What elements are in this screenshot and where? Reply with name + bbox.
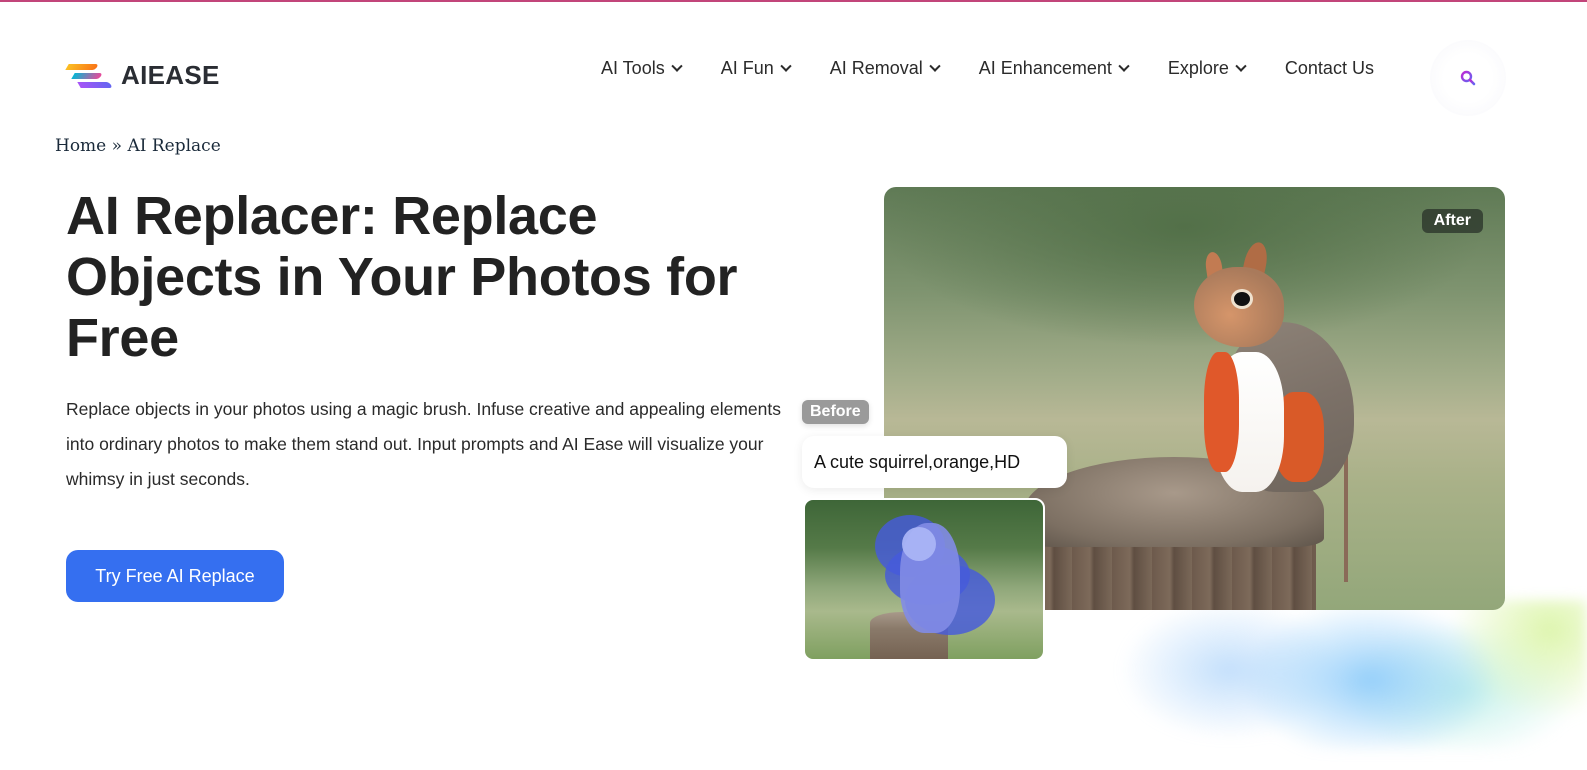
chevron-down-icon <box>780 60 792 72</box>
nav-item-ai-enhancement[interactable]: AI Enhancement <box>978 58 1130 79</box>
breadcrumb-current: AI Replace <box>127 136 221 156</box>
nav-label: AI Fun <box>720 58 774 78</box>
before-image <box>803 498 1045 661</box>
nav-item-contact-us[interactable]: Contact Us <box>1285 58 1374 79</box>
after-badge: After <box>1421 209 1483 233</box>
nav-item-ai-fun[interactable]: AI Fun <box>720 58 792 79</box>
logo[interactable]: AIEASE <box>65 60 220 91</box>
squirrel-illustration <box>1184 240 1364 582</box>
before-badge: Before <box>802 400 869 424</box>
logo-mark-icon <box>65 61 113 91</box>
breadcrumb: Home » AI Replace <box>55 136 221 156</box>
nav-label: AI Enhancement <box>978 58 1112 78</box>
chevron-down-icon <box>671 60 683 72</box>
hero-description: Replace objects in your photos using a m… <box>66 399 782 489</box>
chevron-down-icon <box>1118 60 1130 72</box>
nav-label: AI Removal <box>829 58 923 78</box>
site-header: AIEASE AI Tools AI Fun AI Removal AI Enh… <box>0 0 1587 130</box>
try-free-ai-replace-button[interactable]: Try Free AI Replace <box>66 550 284 602</box>
nav-item-ai-removal[interactable]: AI Removal <box>829 58 941 79</box>
main-nav: AI Tools AI Fun AI Removal AI Enhancemen… <box>601 58 1374 79</box>
brush-mask <box>875 515 995 645</box>
nav-item-ai-tools[interactable]: AI Tools <box>601 58 683 79</box>
nav-label: Explore <box>1167 58 1229 78</box>
prompt-text-box: A cute squirrel,orange,HD <box>802 436 1067 488</box>
search-button[interactable] <box>1430 40 1506 116</box>
page-title: AI Replacer: Replace Objects in Your Pho… <box>66 186 738 368</box>
decorative-gradient-blob <box>1080 600 1587 750</box>
nav-label: AI Tools <box>601 58 665 78</box>
nav-item-explore[interactable]: Explore <box>1167 58 1247 79</box>
breadcrumb-home-link[interactable]: Home <box>55 136 106 156</box>
chevron-down-icon <box>1235 60 1247 72</box>
chevron-down-icon <box>929 60 941 72</box>
nav-label: Contact Us <box>1284 58 1374 78</box>
logo-text: AIEASE <box>121 60 220 90</box>
breadcrumb-separator: » <box>111 136 123 156</box>
search-icon <box>1460 70 1476 86</box>
